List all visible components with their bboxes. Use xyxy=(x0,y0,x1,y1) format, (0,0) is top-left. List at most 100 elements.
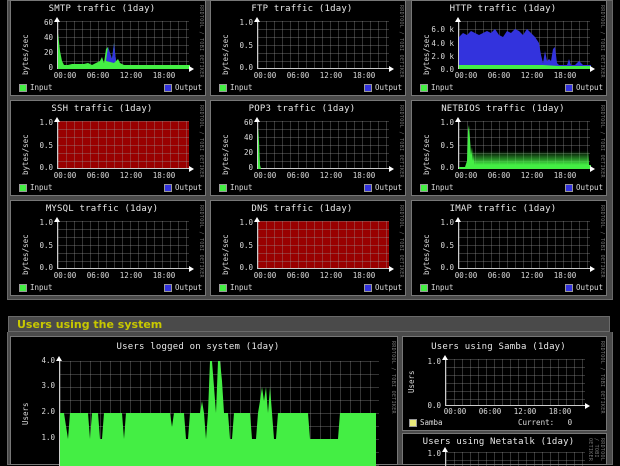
x-tick: 12:00 xyxy=(520,271,544,280)
legend-samba: Samba xyxy=(409,418,443,427)
x-tick: 18:00 xyxy=(152,271,176,280)
plot-area xyxy=(57,121,189,169)
section-title: Users using the system xyxy=(17,318,163,331)
input-swatch xyxy=(420,284,428,292)
legend-output-label: Output xyxy=(175,283,203,292)
output-swatch xyxy=(565,284,573,292)
legend-output-label: Output xyxy=(175,183,203,192)
y-tick: 1.0 xyxy=(440,118,454,127)
y-tick: 4.0 xyxy=(41,356,55,365)
input-swatch xyxy=(19,284,27,292)
rrdtool-credit: RRDTOOL / TOBI OETIKER xyxy=(198,105,204,178)
output-swatch xyxy=(364,284,372,292)
y-axis-arrow xyxy=(254,17,260,22)
graph-title: NETBIOS traffic (1day) xyxy=(441,104,565,114)
legend-output: Output xyxy=(565,83,603,92)
rrdtool-credit: RRDTOOL / TOBI OETIKER xyxy=(398,105,404,178)
y-tick: 1.0 xyxy=(39,118,53,127)
legend-input: Input xyxy=(19,83,53,92)
rrdtool-credit: RRDTOOL / TOBI OETIKER xyxy=(587,438,605,462)
legend-output-label: Output xyxy=(576,83,604,92)
graph-title: IMAP traffic (1day) xyxy=(449,204,557,214)
legend-input: Input xyxy=(219,283,253,292)
graph-title: SMTP traffic (1day) xyxy=(48,4,156,14)
current-value: 0 xyxy=(567,418,573,427)
legend-output: Output xyxy=(364,183,402,192)
y-tick: 0.0 xyxy=(39,163,53,172)
output-swatch xyxy=(164,184,172,192)
input-swatch xyxy=(420,84,428,92)
y-axis-arrow xyxy=(56,356,62,361)
y-axis-label: bytes/sec xyxy=(422,234,431,276)
samba-users-graph: Users using Samba (1day) Users RRDTOOL /… xyxy=(402,336,607,431)
y-axis-arrow xyxy=(54,117,60,122)
output-swatch xyxy=(364,84,372,92)
y-tick: 0.0 xyxy=(440,65,454,74)
y-tick: 40 xyxy=(43,33,53,42)
y-tick: 0.0 xyxy=(427,401,441,410)
x-tick: 00:00 xyxy=(53,171,77,180)
output-swatch xyxy=(164,84,172,92)
y-axis-arrow xyxy=(254,217,260,222)
plot-area xyxy=(57,21,190,69)
x-tick: 12:00 xyxy=(520,171,544,180)
netbios-traffic-graph: NETBIOS traffic (1day) bytes/sec RRDTOOL… xyxy=(411,100,607,196)
y-tick: 0.0 xyxy=(39,263,53,272)
x-tick: 12:00 xyxy=(119,71,143,80)
users-section-header: Users using the system xyxy=(8,316,610,332)
output-swatch xyxy=(565,84,573,92)
x-tick: 00:00 xyxy=(253,271,277,280)
graph-title: Users logged on system (1day) xyxy=(116,342,280,352)
legend-input-label: Input xyxy=(30,183,53,192)
x-tick: 12:00 xyxy=(119,171,143,180)
y-axis-arrow xyxy=(455,17,461,22)
x-tick: 12:00 xyxy=(520,71,544,80)
x-tick: 18:00 xyxy=(152,71,176,80)
y-tick: 0 xyxy=(248,163,253,172)
y-tick: 1.0 xyxy=(41,433,55,442)
y-tick: 0.0 xyxy=(440,263,454,272)
y-axis-label: bytes/sec xyxy=(422,134,431,176)
x-tick: 12:00 xyxy=(319,271,343,280)
legend-output: Output xyxy=(364,83,402,92)
y-axis-arrow xyxy=(254,117,260,122)
plot-area xyxy=(257,21,389,69)
output-swatch xyxy=(164,284,172,292)
traffic-series xyxy=(459,125,591,169)
legend-output: Output xyxy=(565,283,603,292)
output-swatch xyxy=(364,184,372,192)
mysql-traffic-graph: MYSQL traffic (1day) bytes/sec RRDTOOL /… xyxy=(10,200,206,296)
x-tick: 06:00 xyxy=(286,71,310,80)
y-tick: 1.0 xyxy=(239,18,253,27)
rrdtool-credit: RRDTOOL / TOBI OETIKER xyxy=(198,205,204,278)
http-traffic-graph: HTTP traffic (1day) bytes/sec RRDTOOL / … xyxy=(411,0,607,96)
legend-input: Input xyxy=(19,283,53,292)
legend-input: Input xyxy=(420,283,454,292)
legend-output: Output xyxy=(164,83,202,92)
x-tick: 06:00 xyxy=(86,271,110,280)
plot-area xyxy=(458,21,591,69)
traffic-series xyxy=(58,33,190,69)
legend-output: Output xyxy=(565,183,603,192)
y-tick: 0.0 xyxy=(239,263,253,272)
x-tick: 12:00 xyxy=(319,71,343,80)
x-tick: 00:00 xyxy=(253,71,277,80)
legend-output-label: Output xyxy=(576,283,604,292)
legend-input-label: Input xyxy=(431,283,454,292)
y-tick: 20 xyxy=(43,48,53,57)
legend-input-label: Input xyxy=(431,183,454,192)
samba-swatch xyxy=(409,419,417,427)
x-tick: 12:00 xyxy=(319,171,343,180)
imap-traffic-graph: IMAP traffic (1day) bytes/sec RRDTOOL / … xyxy=(411,200,607,296)
y-tick: 1.0 xyxy=(427,449,441,458)
x-tick: 12:00 xyxy=(513,407,537,416)
rrdtool-credit: RRDTOOL / TOBI OETIKER xyxy=(599,105,605,178)
current-label: Current: xyxy=(518,418,555,427)
legend-input: Input xyxy=(219,83,253,92)
rrdtool-credit: RRDTOOL / TOBI OETIKER xyxy=(398,205,404,278)
dns-traffic-graph: DNS traffic (1day) bytes/sec RRDTOOL / T… xyxy=(210,200,406,296)
y-tick: 0.0 xyxy=(239,63,253,72)
x-tick: 06:00 xyxy=(86,171,110,180)
x-tick: 18:00 xyxy=(352,271,376,280)
y-tick: 0.5 xyxy=(39,141,53,150)
